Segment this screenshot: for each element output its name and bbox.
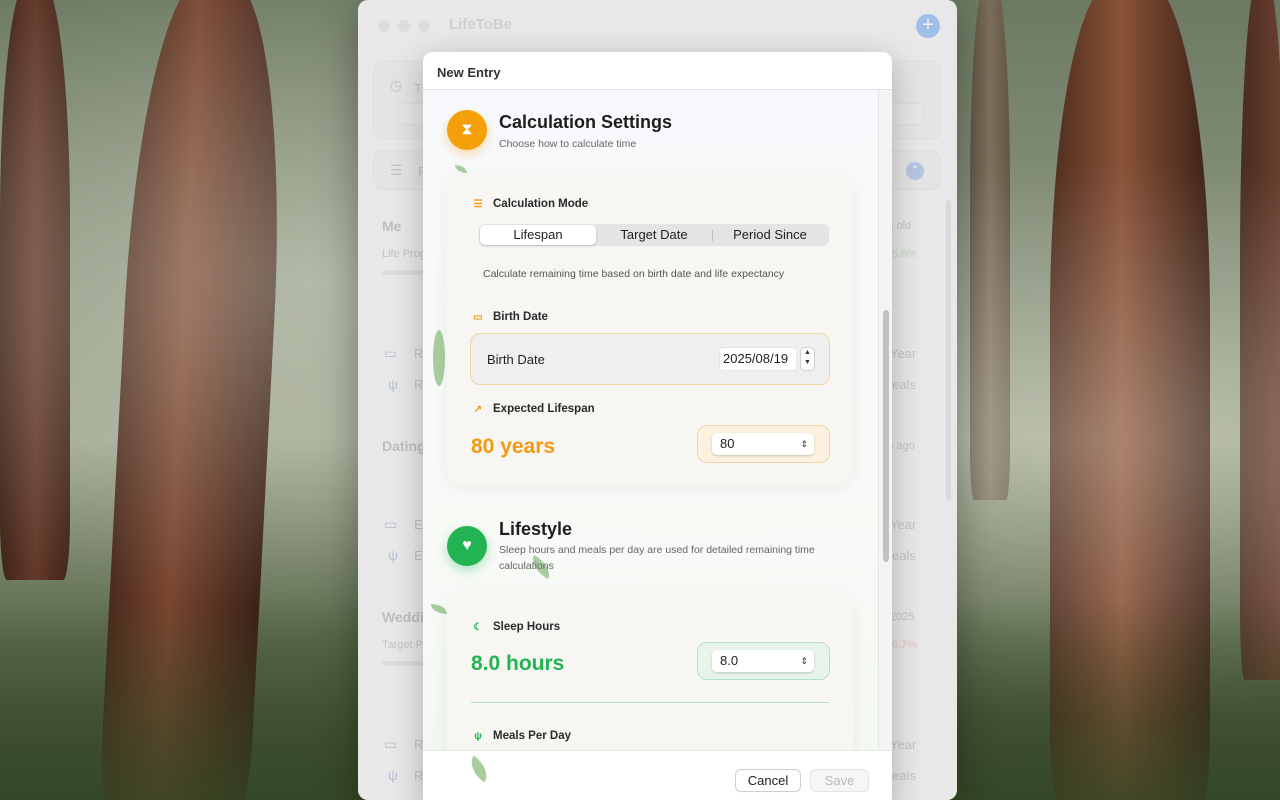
app-title: LifeToBe (449, 16, 513, 33)
collapse-chevron-icon[interactable]: ⌃ (906, 162, 924, 180)
entry-row-letter: E (414, 517, 423, 532)
calc-mode-label: ☰ Calculation Mode (471, 198, 589, 210)
leaf-decoration (464, 755, 494, 783)
calc-mode-text: Calculation Mode (493, 198, 589, 210)
sleep-popup[interactable]: 8.0 ⇕ (712, 650, 814, 672)
calendar-icon: ▭ (473, 312, 483, 323)
cancel-button[interactable]: Cancel (736, 770, 800, 791)
segment-period-since[interactable]: Period Since (712, 225, 828, 245)
lifestyle-section-title: Lifestyle (499, 519, 573, 539)
lifespan-display: 80 years (471, 435, 556, 458)
entry-row-right: eals (892, 768, 916, 783)
entry-sub: Life Prog (382, 248, 427, 260)
calc-mode-hint: Calculate remaining time based on birth … (483, 268, 785, 280)
segment-divider (712, 230, 713, 241)
sleep-section-label: ☾ Sleep Hours (471, 621, 561, 633)
save-button[interactable]: Save (811, 770, 868, 791)
entry-name: Weddi (382, 609, 424, 625)
lifestyle-section-subtitle: Sleep hours and meals per day are used f… (499, 544, 815, 572)
new-entry-sheet: New Entry ⧗ Calculation Settings Choose … (423, 52, 892, 800)
lifespan-section-text: Expected Lifespan (493, 403, 595, 415)
add-entry-button[interactable]: + (916, 14, 940, 38)
leaf-decoration (431, 604, 447, 614)
sliders-icon: ☰ (473, 199, 483, 210)
lifespan-popup-value: 80 (720, 436, 735, 451)
meals-section-label: ψ Meals Per Day (471, 730, 571, 742)
lifespan-picker-wrap: 80 ⇕ (697, 425, 830, 463)
segment-lifespan[interactable]: Lifespan (480, 225, 596, 245)
clock-icon: ◷ (390, 77, 403, 93)
fork-knife-icon: ψ (388, 376, 398, 392)
lifespan-popup[interactable]: 80 ⇕ (712, 433, 814, 455)
birth-date-field[interactable]: 2025/08/19 (720, 348, 796, 370)
leaf-decoration (455, 165, 467, 173)
heart-icon: ♥ (447, 526, 487, 566)
entry-row-right: Year (890, 737, 917, 752)
entry-right: s ago (888, 440, 915, 452)
sheet-title: New Entry (437, 65, 501, 80)
bed-icon: ▭ (384, 345, 398, 361)
window-zoom-button[interactable] (418, 20, 430, 32)
entry-percent: 6.7% (892, 639, 918, 651)
sleep-display: 8.0 hours (471, 652, 565, 675)
calc-section-title: Calculation Settings (499, 112, 673, 132)
entry-sub: Target P (382, 639, 423, 651)
lifestyle-card: ☾ Sleep Hours 8.0 hours 8.0 ⇕ ψ Meals Per D… (447, 596, 853, 750)
chart-icon: ↗ (473, 404, 483, 415)
birth-date-row: Birth Date 2025/08/19 ▲ ▼ (470, 333, 830, 385)
moon-icon: ☾ (473, 622, 483, 633)
hourglass-icon: ⧗ (447, 110, 487, 150)
filter-icon: ☰ (390, 162, 403, 178)
entry-row-letter: R (414, 346, 424, 361)
birth-date-section-text: Birth Date (493, 311, 548, 323)
entry-name: Me (382, 218, 402, 234)
window-close-button[interactable] (378, 20, 390, 32)
birth-date-label: Birth Date (487, 352, 545, 367)
sheet-header: New Entry (423, 52, 892, 90)
entry-row-right: eals (892, 548, 916, 563)
entry-row-letter: R (414, 377, 424, 392)
birth-date-section-label: ▭ Birth Date (471, 311, 548, 323)
entry-row-right: Year (890, 346, 917, 361)
entry-right: 2025 (890, 611, 915, 623)
search-card-label: T (414, 81, 422, 96)
window-scrollbar[interactable] (946, 200, 951, 500)
sleep-section-text: Sleep Hours (493, 621, 561, 633)
sheet-scrollbar-thumb[interactable] (883, 310, 889, 562)
calc-section-subtitle: Choose how to calculate time (499, 138, 637, 150)
entry-row-right: eals (892, 377, 916, 392)
segment-target-date[interactable]: Target Date (596, 225, 712, 245)
window-minimize-button[interactable] (398, 20, 410, 32)
bed-icon: ▭ (384, 516, 398, 532)
leaf-decoration (433, 330, 445, 386)
entry-percent: 5.6% (892, 248, 918, 260)
calculation-card: ☰ Calculation Mode Lifespan Target Date P… (447, 174, 853, 484)
entry-row-letter: E (414, 548, 423, 563)
sleep-picker-wrap: 8.0 ⇕ (697, 642, 830, 680)
sheet-content: ⧗ Calculation Settings Choose how to cal… (423, 90, 878, 750)
sheet-scrollbar[interactable] (878, 90, 892, 750)
sheet-footer: Cancel Save (423, 750, 892, 800)
fork-knife-icon: ψ (388, 547, 398, 563)
entry-name: Dating (382, 438, 426, 454)
lifespan-section-label: ↗ Expected Lifespan (471, 403, 595, 415)
window-titlebar: LifeToBe + (358, 0, 957, 52)
bed-icon: ▭ (384, 736, 398, 752)
entry-row-letter: R (414, 768, 424, 783)
lifestyle-divider (471, 702, 829, 703)
entry-row-letter: R (414, 737, 424, 752)
updown-chevron-icon: ⇕ (800, 439, 808, 449)
updown-chevron-icon: ⇕ (800, 656, 808, 666)
calc-mode-segmented-control[interactable]: Lifespan Target Date Period Since (479, 224, 829, 246)
fork-knife-icon: ψ (388, 767, 398, 783)
segment-period-since-label: Period Since (733, 227, 807, 242)
meals-section-text: Meals Per Day (493, 730, 571, 742)
birth-date-stepper[interactable]: ▲ ▼ (801, 348, 814, 370)
sleep-popup-value: 8.0 (720, 653, 739, 668)
entry-row-right: Year (890, 517, 917, 532)
fork-knife-icon: ψ (474, 731, 482, 742)
